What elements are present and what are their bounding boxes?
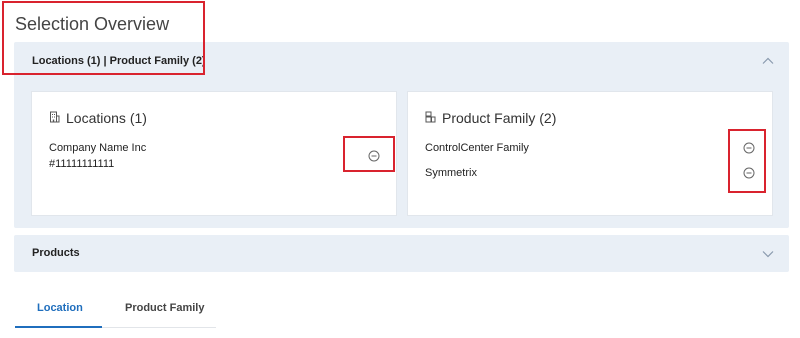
company-name: Company Name Inc — [49, 142, 147, 154]
product-family-card-title: Product Family (2) — [425, 110, 556, 126]
locations-card: Locations (1) Company Name Inc #11111111… — [31, 91, 397, 216]
products-panel: Products — [14, 235, 789, 272]
tab-bar: Location Product Family — [15, 296, 216, 328]
product-family-card: Product Family (2) ControlCenter Family … — [407, 91, 773, 216]
minus-circle-icon — [743, 167, 755, 179]
chevron-up-icon[interactable] — [760, 53, 776, 69]
product-family-card-title-label: Product Family (2) — [442, 110, 557, 126]
remove-product-family-button[interactable] — [743, 167, 755, 179]
remove-product-family-button[interactable] — [743, 142, 755, 154]
locations-card-title: Locations (1) — [49, 110, 147, 126]
tab-product-family[interactable]: Product Family — [125, 302, 204, 314]
page-title: Selection Overview — [15, 14, 170, 34]
locations-card-title-label: Locations (1) — [66, 110, 147, 126]
products-panel-header[interactable]: Products — [32, 247, 80, 259]
minus-circle-icon — [743, 142, 755, 154]
tab-location[interactable]: Location — [37, 302, 83, 314]
remove-location-button[interactable] — [368, 150, 380, 162]
active-tab-indicator — [15, 326, 102, 328]
product-family-icon — [425, 110, 436, 126]
product-family-item: ControlCenter Family — [425, 142, 529, 154]
product-family-item: Symmetrix — [425, 167, 477, 179]
company-id: #11111111111 — [49, 158, 115, 170]
minus-circle-icon — [368, 150, 380, 162]
chevron-down-icon[interactable] — [760, 246, 776, 262]
building-icon — [49, 110, 60, 126]
selection-panel-header[interactable]: Locations (1) | Product Family (2) — [32, 55, 206, 67]
